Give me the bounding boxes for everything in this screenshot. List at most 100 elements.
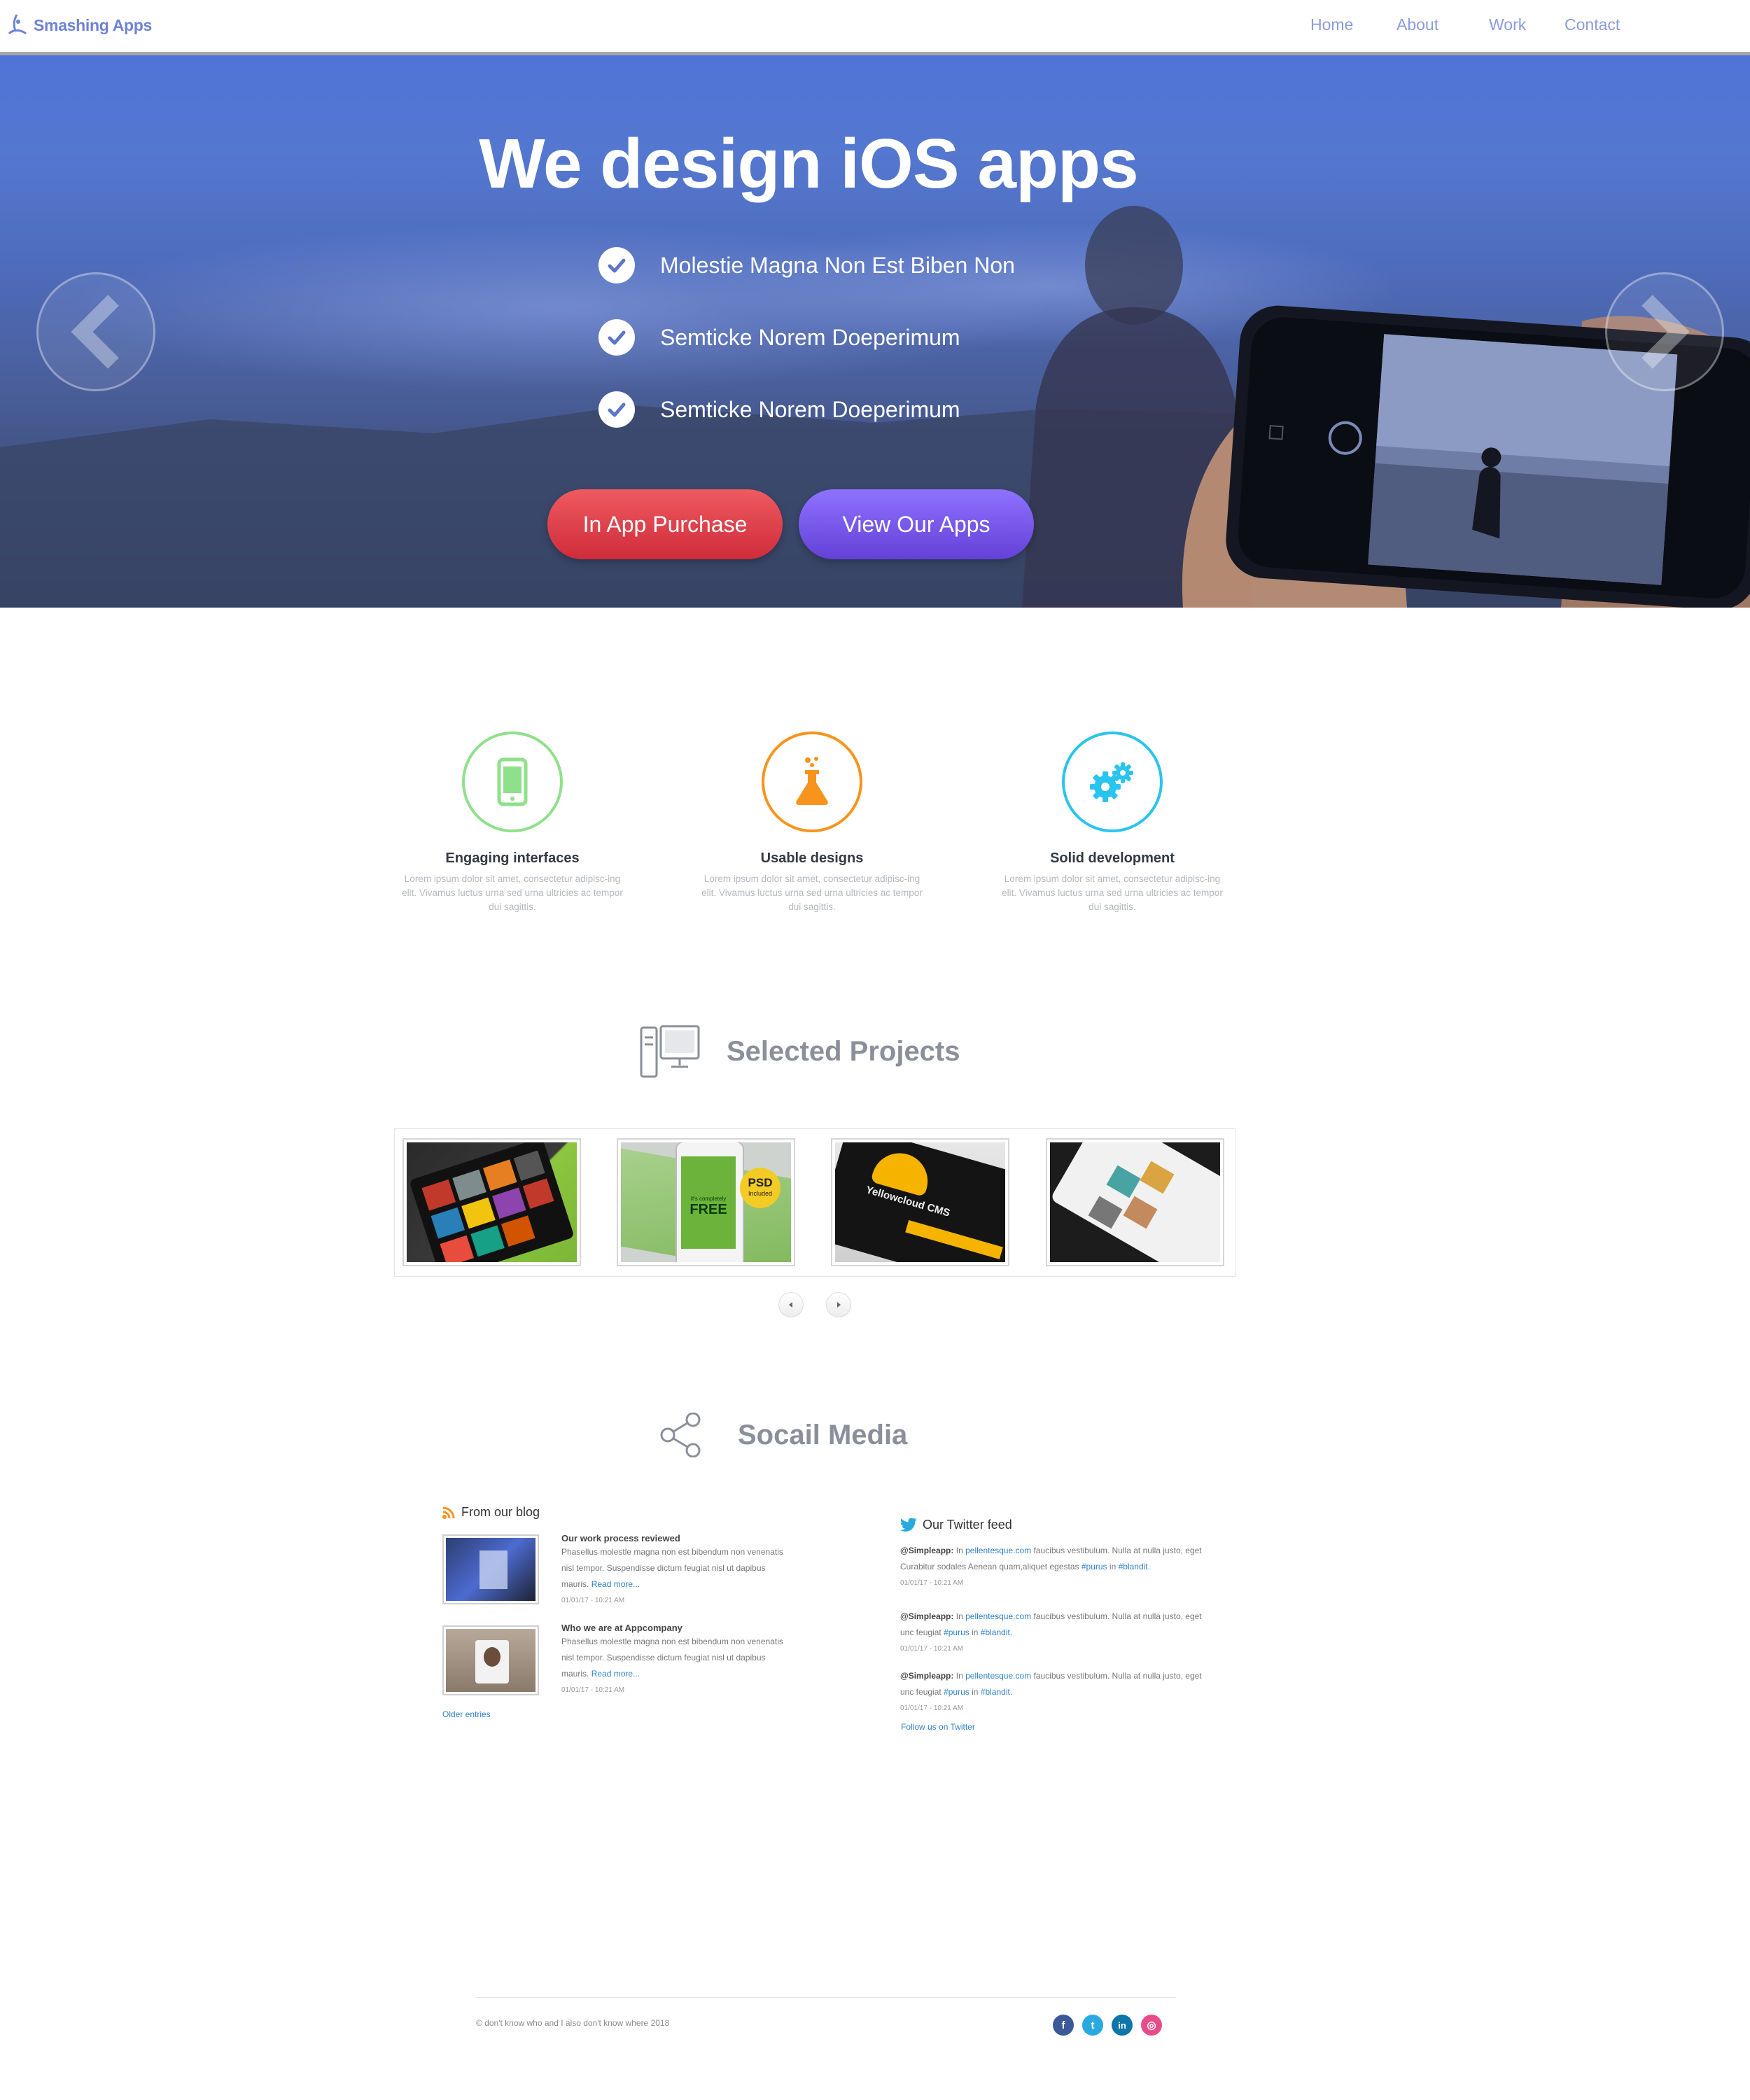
slider-prev-button[interactable]	[36, 272, 155, 391]
tweet-text-mid: in	[972, 1628, 979, 1637]
free-sub-label: It's completely	[690, 1196, 727, 1202]
copyright-text: © don't know who and I also don't know w…	[476, 2018, 670, 2028]
view-our-apps-button[interactable]: View Our Apps	[799, 489, 1034, 559]
dribbble-icon[interactable]: ◎	[1141, 2015, 1162, 2036]
rss-icon	[442, 1506, 455, 1519]
service-solid-development: Solid development Lorem ipsum dolor sit …	[1001, 732, 1224, 914]
gears-icon	[1090, 762, 1133, 802]
projects-heading: Selected Projects	[640, 1023, 960, 1079]
nav-contact[interactable]: Contact	[1564, 15, 1620, 34]
tweet-text-mid: in	[972, 1687, 979, 1697]
chevron-right-icon	[1642, 295, 1690, 369]
older-entries-link[interactable]: Older entries	[442, 1709, 491, 1719]
blog-post-title[interactable]: Who we are at Appcompany	[561, 1623, 682, 1633]
psd-badge-sub: Included	[748, 1190, 773, 1197]
twitter-bird-icon	[900, 1518, 917, 1532]
projects-prev-button[interactable]	[778, 1292, 804, 1317]
tweet-hashtag[interactable]: #purus	[944, 1687, 969, 1697]
tweet-date: 01/01/17 - 10:21 AM	[900, 1579, 964, 1587]
project-thumbnail[interactable]: It's completely FREE PSD Included	[617, 1138, 795, 1266]
nav-links: Home About Work Contact	[0, 15, 1750, 38]
section-title: Socail Media	[738, 1419, 908, 1450]
service-icon-circle	[1062, 732, 1163, 832]
project-thumbnail[interactable]	[1046, 1138, 1224, 1266]
follow-twitter-link[interactable]: Follow us on Twitter	[901, 1722, 975, 1732]
service-title: Engaging interfaces	[445, 850, 580, 866]
read-more-link[interactable]: Read more...	[592, 1579, 640, 1589]
section-title: Selected Projects	[727, 1035, 960, 1067]
blog-post-thumbnail[interactable]	[442, 1534, 539, 1604]
blog-post-date: 01/01/17 - 10:21 AM	[561, 1597, 625, 1604]
tweet-user: @Simpleapp:	[900, 1611, 954, 1621]
social-heading: Socail Media	[659, 1413, 907, 1457]
nav-about[interactable]: About	[1396, 15, 1438, 34]
project-thumbnail[interactable]	[402, 1138, 581, 1266]
blog-post-body: Phasellus molestle magna non est bibendu…	[561, 1634, 785, 1698]
twitter-icon[interactable]: t	[1082, 2015, 1103, 2036]
slider-next-button[interactable]	[1605, 272, 1724, 391]
footer-social-icons: f t in ◎	[1053, 2015, 1162, 2036]
project-image-music-app	[410, 1142, 573, 1262]
linkedin-icon[interactable]: in	[1112, 2015, 1133, 2036]
facebook-icon[interactable]: f	[1053, 2015, 1074, 2036]
tweet-date: 01/01/17 - 10:21 AM	[900, 1704, 964, 1712]
psd-badge: PSD Included	[740, 1168, 780, 1208]
tweet-hashtag[interactable]: #blandit.	[981, 1687, 1012, 1697]
check-icon	[598, 319, 635, 356]
chevron-left-icon	[71, 295, 119, 369]
in-app-purchase-button[interactable]: In App Purchase	[547, 489, 783, 559]
blog-post-body: Phasellus molestle magna non est bibendu…	[561, 1544, 785, 1609]
tweet-item: @Simpleapp: In pellentesque.com faucibus…	[900, 1543, 1208, 1591]
tweet-link[interactable]: pellentesque.com	[965, 1611, 1031, 1621]
read-more-link[interactable]: Read more...	[592, 1669, 640, 1679]
project-thumbnail[interactable]: Yellowcloud CMS	[831, 1138, 1009, 1266]
hero-feature-text: Semticke Norem Doeperimum	[660, 324, 960, 350]
projects-next-button[interactable]	[826, 1292, 851, 1317]
nav-home[interactable]: Home	[1310, 15, 1353, 34]
blog-title: From our blog	[461, 1505, 540, 1519]
tweet-hashtag[interactable]: #blandit.	[1119, 1562, 1150, 1572]
hero-feature-text: Semticke Norem Doeperimum	[660, 396, 960, 422]
tweet-link[interactable]: pellentesque.com	[965, 1546, 1031, 1555]
phone-icon	[497, 757, 528, 806]
tweet-item: @Simpleapp: In pellentesque.com faucibus…	[900, 1668, 1208, 1716]
hero-feature-3: Semticke Norem Doeperimum	[598, 391, 960, 428]
blog-post-thumbnail[interactable]	[442, 1625, 539, 1695]
service-description: Lorem ipsum dolor sit amet, consectetur …	[1002, 874, 1223, 912]
tweet-item: @Simpleapp: In pellentesque.com faucibus…	[900, 1609, 1208, 1657]
tweet-hashtag[interactable]: #purus	[1082, 1562, 1107, 1572]
service-description: Lorem ipsum dolor sit amet, consectetur …	[402, 874, 623, 912]
chevron-right-icon	[837, 1302, 841, 1308]
blog-heading: From our blog	[442, 1505, 540, 1520]
service-title: Usable designs	[760, 850, 864, 866]
blog-post-title[interactable]: Our work process reviewed	[561, 1533, 680, 1544]
tweet-date: 01/01/17 - 10:21 AM	[900, 1645, 964, 1653]
free-label: FREE	[690, 1202, 727, 1217]
nav-work[interactable]: Work	[1489, 15, 1526, 34]
service-description: Lorem ipsum dolor sit amet, consectetur …	[701, 874, 923, 912]
tweet-hashtag[interactable]: #purus	[944, 1628, 969, 1637]
computer-icon	[640, 1025, 700, 1078]
service-icon-circle	[762, 732, 862, 832]
tweet-text-prefix: In	[955, 1671, 963, 1681]
tweet-text-mid: in	[1109, 1562, 1116, 1572]
twitter-title: Our Twitter feed	[923, 1518, 1012, 1532]
flask-icon	[796, 757, 828, 805]
service-engaging-interfaces: Engaging interfaces Lorem ipsum dolor si…	[401, 732, 624, 914]
share-icon	[660, 1413, 701, 1457]
hero-feature-2: Semticke Norem Doeperimum	[598, 319, 960, 356]
tweet-user: @Simpleapp:	[900, 1546, 954, 1555]
check-icon	[598, 247, 635, 284]
tweet-hashtag[interactable]: #blandit.	[981, 1628, 1012, 1637]
chevron-left-icon	[789, 1302, 792, 1308]
service-title: Solid development	[1050, 850, 1175, 866]
service-icon-circle	[462, 732, 563, 832]
tweet-user: @Simpleapp:	[900, 1671, 954, 1681]
tweet-link[interactable]: pellentesque.com	[965, 1671, 1031, 1681]
top-navbar: Smashing Apps Home About Work Contact	[0, 0, 1750, 55]
tweet-text-prefix: In	[955, 1611, 963, 1621]
twitter-heading: Our Twitter feed	[900, 1518, 1012, 1532]
check-icon	[598, 391, 635, 428]
hero-feature-1: Molestie Magna Non Est Biben Non	[598, 247, 1015, 284]
hero-title: We design iOS apps	[479, 125, 1138, 203]
